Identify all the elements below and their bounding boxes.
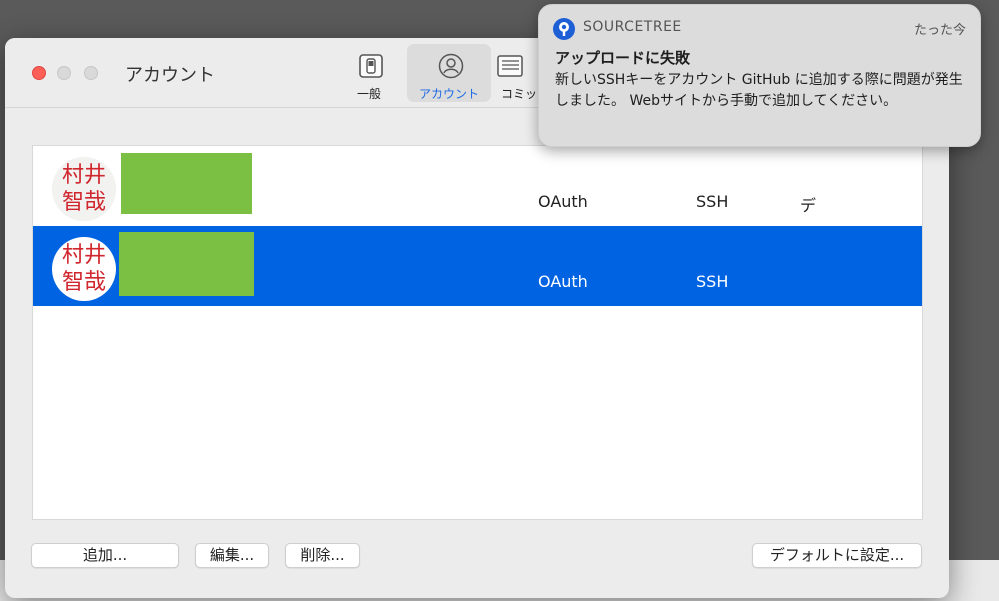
add-account-button[interactable]: 追加... [31, 543, 179, 568]
avatar-text-line1: 村井 [61, 163, 106, 188]
account-protocol: SSH [696, 272, 729, 291]
avatar-text-line2: 智哉 [61, 270, 106, 295]
account-icon [438, 53, 464, 79]
close-window-button[interactable] [32, 66, 46, 80]
avatar-text-line2: 智哉 [61, 190, 106, 215]
toolbar-tab-general[interactable]: 一般 [327, 44, 411, 102]
accounts-list: 村井 智哉 OAuth SSH デ 村井 智哉 OAuth SSH [32, 145, 923, 520]
toolbar-tab-label: コミッ [501, 87, 538, 101]
account-auth-type: OAuth [538, 272, 588, 291]
commit-doc-icon [497, 55, 523, 77]
notification-title: アップロードに失敗 [555, 49, 691, 67]
notification-app-name: SOURCETREE [583, 19, 682, 35]
toolbar-tab-label: 一般 [356, 87, 381, 101]
sourcetree-app-icon [553, 18, 575, 40]
notification-banner[interactable]: SOURCETREE たった今 アップロードに失敗 新しいSSHキーをアカウント… [538, 4, 981, 147]
toolbar-tab-commit[interactable]: コミッ [487, 44, 537, 102]
account-row[interactable]: 村井 智哉 OAuth SSH デ [33, 146, 922, 226]
avatar: 村井 智哉 [52, 237, 116, 301]
window-title: アカウント [125, 65, 215, 86]
notification-time: たった今 [913, 23, 966, 38]
zoom-window-button[interactable] [84, 66, 98, 80]
account-auth-type: OAuth [538, 192, 588, 211]
account-protocol: SSH [696, 192, 729, 211]
account-row-selected[interactable]: 村井 智哉 OAuth SSH [33, 226, 922, 306]
edit-account-button[interactable]: 編集... [195, 543, 269, 568]
set-default-button[interactable]: デフォルトに設定... [752, 543, 922, 568]
delete-account-button[interactable]: 削除... [285, 543, 360, 568]
toolbar-tab-accounts[interactable]: アカウント [407, 44, 491, 102]
redacted-account-name [121, 153, 252, 214]
account-default-flag: デ [800, 196, 817, 215]
notification-body: 新しいSSHキーをアカウント GitHub に追加する際に問題が発生しました。 … [555, 72, 963, 109]
avatar-text-line1: 村井 [61, 243, 106, 268]
avatar: 村井 智哉 [52, 157, 116, 221]
general-switch-icon [359, 54, 383, 78]
redacted-account-name [119, 232, 254, 296]
minimize-window-button[interactable] [57, 66, 71, 80]
toolbar-tab-label: アカウント [418, 87, 479, 101]
